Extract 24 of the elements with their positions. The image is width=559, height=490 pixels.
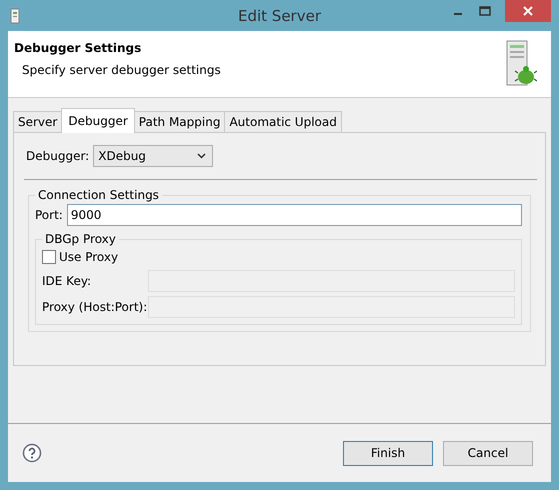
- maximize-icon[interactable]: [479, 6, 491, 16]
- group-title: Connection Settings: [37, 188, 160, 202]
- field-label: Proxy (Host:Port):: [42, 300, 148, 314]
- tab[interactable]: Server: [13, 111, 62, 132]
- port-label: Port:: [35, 208, 63, 222]
- port-field[interactable]: 9000: [66, 204, 522, 226]
- page-title: Debugger Settings: [14, 41, 142, 55]
- close-icon[interactable]: [523, 6, 533, 16]
- help-icon[interactable]: [22, 443, 42, 463]
- window-title: Edit Server: [238, 6, 321, 24]
- dialog-button[interactable]: Finish: [343, 440, 433, 466]
- group-title: DBGp Proxy: [44, 232, 117, 246]
- tab[interactable]: Automatic Upload: [224, 111, 342, 132]
- page-description: Specify server debugger settings: [21, 63, 222, 77]
- field-label: IDE Key:: [42, 274, 92, 288]
- server-icon: [10, 8, 20, 24]
- use-proxy-checkbox[interactable]: Use Proxy: [42, 250, 515, 264]
- caret-icon: [197, 153, 206, 159]
- close-button[interactable]: [505, 0, 551, 22]
- tab[interactable]: Debugger: [61, 108, 135, 133]
- tab[interactable]: Path Mapping: [134, 111, 226, 132]
- dialog-button[interactable]: Cancel: [443, 440, 533, 466]
- debugger-dropdown[interactable]: XDebug: [93, 145, 214, 167]
- debugger-label: Debugger:: [26, 149, 90, 163]
